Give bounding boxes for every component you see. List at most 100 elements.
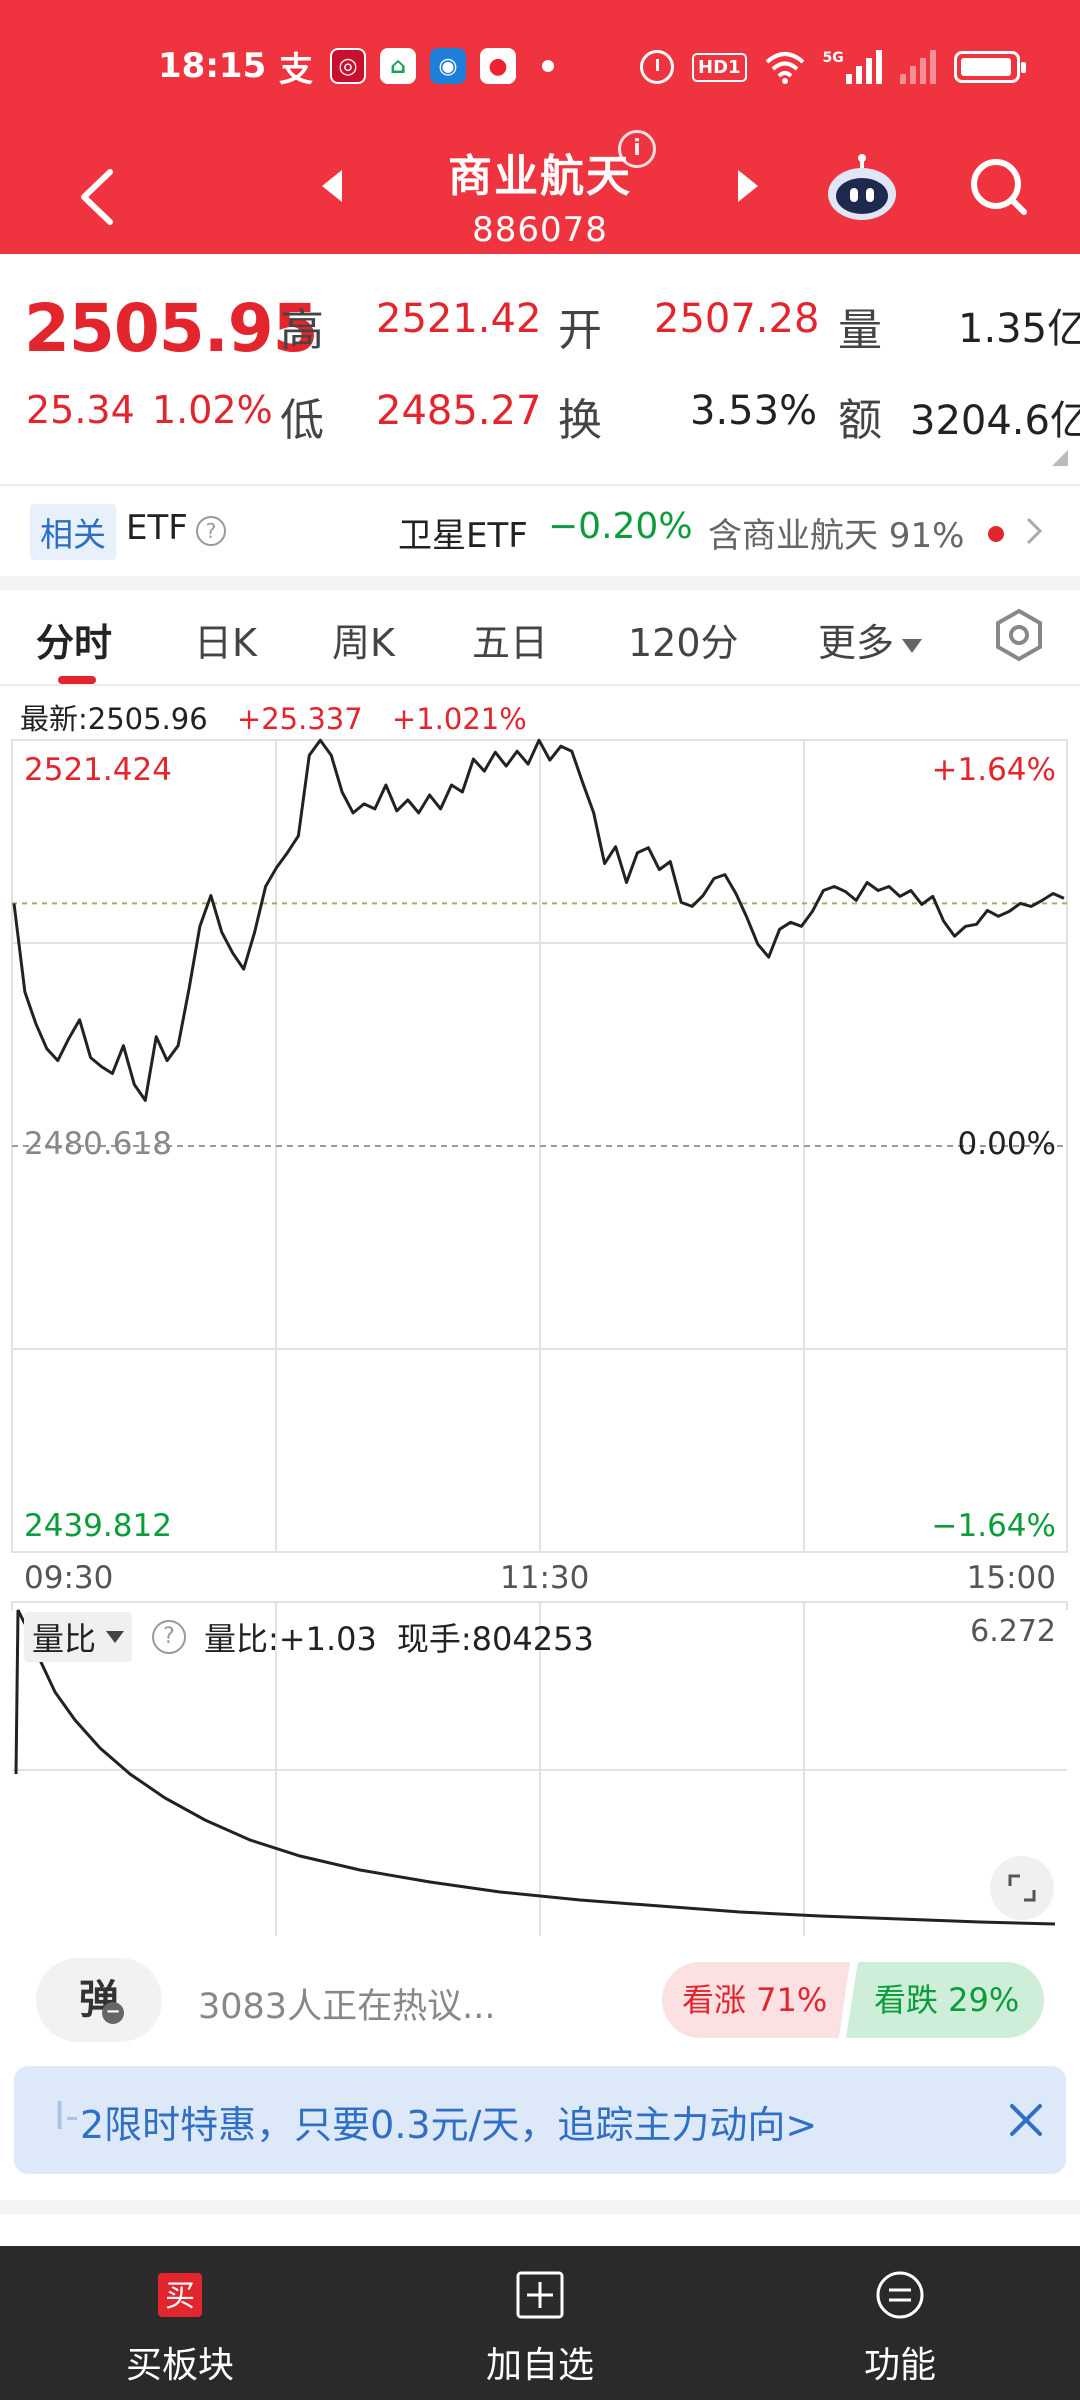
current-hand-value: 现手:804253 (396, 1620, 594, 1658)
time-label-midday: 11:30 (500, 1560, 590, 1596)
pct-min-label: −1.64% (931, 1508, 1056, 1544)
chart-tabs: 分时 日K 周K 五日 120分 更多 (0, 590, 1080, 686)
more-notifications-dot (542, 60, 554, 72)
etf-change: −0.20% (548, 506, 693, 547)
alipay-icon: 支 (279, 49, 313, 90)
volume-indicator-header: 量比 ? 量比:+1.03 现手:804253 (24, 1612, 594, 1662)
bank-app-icon: ● (480, 48, 516, 84)
buy-icon: 买 (158, 2273, 202, 2317)
time-label-close: 15:00 (966, 1560, 1056, 1596)
expand-corner-icon[interactable] (1052, 450, 1068, 466)
sector-code: 886078 (472, 210, 608, 250)
low-value: 2485.27 (376, 388, 542, 434)
y-max-label: 2521.424 (24, 752, 172, 788)
caret-down-icon (106, 1631, 125, 1643)
app-header: 18:15 支 ◎ ⌂ ◉ ● HD1 5G 商业航天 886078 i (0, 0, 1080, 254)
bottom-action-bar: 买 买板块 加自选 功能 (0, 2246, 1080, 2400)
price-change-pct: 1.02% (152, 388, 273, 432)
add-watchlist-label: 加自选 (485, 2345, 594, 2386)
notification-icons: 支 ◎ ⌂ ◉ ● (276, 48, 554, 90)
status-bar: 18:15 支 ◎ ⌂ ◉ ● HD1 5G (0, 0, 1080, 140)
divider (0, 684, 1080, 686)
open-label: 开 (558, 305, 602, 356)
volume-ratio-value: 量比:+1.03 (204, 1620, 377, 1658)
active-tab-indicator (58, 676, 96, 684)
related-tag: 相关 (30, 504, 116, 560)
status-time: 18:15 (158, 46, 267, 86)
minus-icon: − (102, 2002, 124, 2024)
latest-price: 2505.95 (24, 290, 319, 367)
help-icon[interactable]: ? (152, 1620, 187, 1654)
y-ref-label: 2480.618 (24, 1126, 172, 1162)
amount-value: 3204.6亿 (910, 398, 1080, 444)
indicator-label: 量比 (32, 1620, 97, 1658)
promo-text[interactable]: 2限时特惠，只要0.3元/天，追踪主力动向> (80, 2094, 817, 2149)
battery-icon (953, 51, 1026, 83)
alarm-icon (640, 50, 674, 84)
volume-ratio-max: 6.272 (970, 1614, 1056, 1649)
pct-ref-label: 0.00% (957, 1126, 1056, 1162)
fullscreen-icon[interactable] (990, 1856, 1054, 1920)
turnover-label: 换 (558, 395, 602, 446)
chart-grid (11, 739, 1068, 1610)
back-icon[interactable] (70, 162, 130, 232)
settings-icon[interactable] (992, 608, 1046, 662)
tab-daily-k[interactable]: 日K (194, 612, 257, 667)
functions-label: 功能 (863, 2345, 936, 2386)
signal-bars (845, 50, 882, 84)
hd-icon: HD1 (692, 52, 747, 82)
add-watchlist-button[interactable]: 加自选 (440, 2270, 640, 2388)
bullish-vote-button[interactable]: 看涨 71% (662, 1962, 850, 2038)
price-change: 25.34 (26, 388, 135, 432)
search-icon[interactable] (964, 152, 1034, 222)
tab-weekly-k[interactable]: 周K (332, 612, 395, 667)
help-icon[interactable]: ? (196, 516, 226, 546)
etf-name: 卫星ETF (398, 516, 528, 556)
tab-five-day[interactable]: 五日 (472, 612, 548, 667)
time-label-open: 09:30 (24, 1560, 114, 1596)
etf-holding: 含商业航天 91% (708, 516, 965, 556)
y-min-label: 2439.812 (24, 1508, 172, 1544)
volume-label: 量 (838, 305, 882, 356)
barrage-toggle-button[interactable]: 弹 − (36, 1958, 162, 2042)
turnover-value: 3.53% (690, 388, 818, 434)
indicator-select[interactable]: 量比 (24, 1612, 133, 1662)
tab-intraday[interactable]: 分时 (36, 612, 112, 667)
system-icons: HD1 5G (640, 50, 1026, 84)
info-icon[interactable]: i (618, 130, 656, 168)
low-label: 低 (280, 395, 324, 446)
volume-value: 1.35亿 (958, 306, 1080, 352)
network-type: 5G (822, 50, 844, 66)
high-value: 2521.42 (376, 296, 542, 342)
alert-dot-icon (988, 526, 1004, 542)
related-etf-row[interactable]: 相关 ETF ? 卫星ETF −0.20% 含商业航天 91% (0, 486, 1080, 576)
close-icon[interactable] (1006, 2100, 1046, 2140)
chevron-right-icon[interactable] (1024, 516, 1044, 546)
buy-sector-button[interactable]: 买 买板块 (80, 2270, 280, 2388)
next-sector-icon[interactable] (732, 166, 762, 206)
icbc-icon: ◎ (330, 48, 366, 84)
nav-bar: 商业航天 886078 (0, 140, 1080, 254)
buy-glyph: 买 (165, 2279, 195, 2314)
amount-label: 额 (838, 395, 882, 446)
open-value: 2507.28 (654, 296, 820, 342)
prev-sector-icon[interactable] (318, 166, 348, 206)
promo-banner[interactable]: I- 2限时特惠，只要0.3元/天，追踪主力动向> (14, 2066, 1066, 2174)
discussion-row: 弹 − 3083人正在热议... 看涨 71% 看跌 29% (0, 1950, 1080, 2050)
functions-button[interactable]: 功能 (800, 2270, 1000, 2388)
robot-assistant-icon[interactable] (824, 150, 900, 226)
tab-more-label: 更多 (818, 621, 895, 665)
menu-icon (876, 2271, 924, 2319)
quote-panel: 2505.95 25.34 1.02% 高 2521.42 低 2485.27 … (0, 254, 1080, 484)
bank-app-icon: ⌂ (380, 48, 416, 84)
tab-120min[interactable]: 120分 (628, 612, 739, 667)
bearish-vote-button[interactable]: 看跌 29% (846, 1962, 1044, 2038)
section-divider (0, 2200, 1080, 2214)
add-watchlist-icon (516, 2271, 564, 2319)
discussion-prompt[interactable]: 3083人正在热议... (198, 1978, 495, 2029)
high-label: 高 (280, 305, 324, 356)
intraday-chart[interactable] (0, 730, 1080, 1610)
5g-signal-icon: 5G (823, 50, 882, 84)
tab-more[interactable]: 更多 (818, 612, 923, 667)
promo-scroll-prefix: I- (54, 2094, 79, 2138)
